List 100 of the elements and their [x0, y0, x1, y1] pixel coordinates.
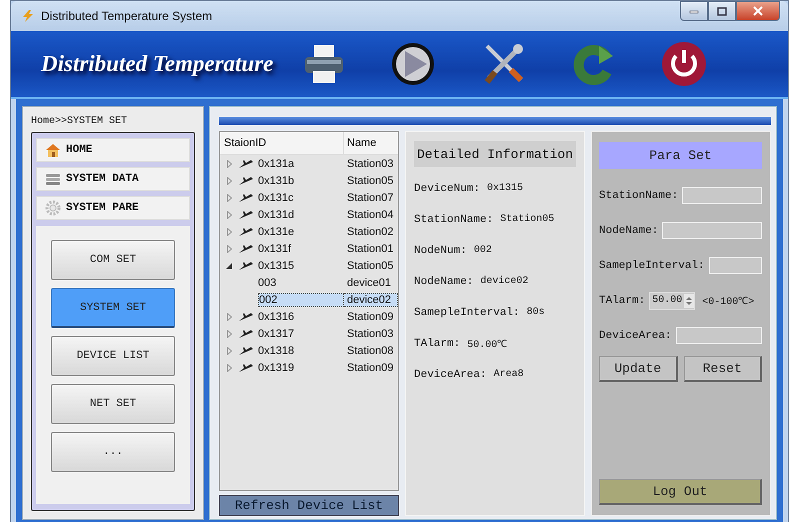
plane-icon	[238, 226, 254, 236]
station-id: 0x131a	[258, 158, 294, 170]
power-icon[interactable]	[661, 41, 707, 87]
tree-row[interactable]: 0x1317 Station03	[220, 325, 398, 342]
plane-icon	[238, 346, 254, 356]
expand-arrow-icon[interactable]	[226, 330, 232, 338]
gear-icon	[45, 200, 61, 216]
field-label: TAlarm:	[599, 294, 646, 306]
field-label: StationName:	[599, 190, 678, 202]
nav-button[interactable]: DEVICE LIST	[51, 336, 175, 376]
expand-arrow-icon[interactable]	[226, 228, 232, 236]
station-id: 0x131b	[258, 174, 294, 186]
tree-row[interactable]: 0x1319 Station09	[220, 359, 398, 376]
node-name: device02	[344, 292, 398, 306]
action-button[interactable]: Update	[599, 356, 678, 382]
node-name: device01	[346, 276, 392, 288]
input-field[interactable]	[682, 187, 762, 204]
tree-row[interactable]: 003 device01	[220, 274, 398, 291]
close-button[interactable]	[736, 1, 780, 21]
refresh-icon[interactable]	[571, 42, 615, 86]
expand-arrow-icon[interactable]	[226, 160, 232, 168]
field-value: device02	[480, 276, 528, 287]
plane-icon	[238, 312, 254, 322]
plane-icon	[238, 192, 254, 202]
plane-icon	[238, 210, 254, 220]
tree-row[interactable]: 0x1318 Station08	[220, 342, 398, 359]
station-name: Station08	[346, 344, 394, 356]
field-label: DeviceArea:	[414, 368, 487, 380]
app-title: Distributed Temperature	[41, 51, 274, 77]
plane-icon	[238, 328, 254, 338]
maximize-button[interactable]	[708, 1, 736, 21]
action-button[interactable]: Reset	[684, 356, 762, 382]
station-name: Station05	[346, 174, 394, 186]
tree-row[interactable]: 002 device02	[220, 291, 398, 308]
expand-arrow-icon[interactable]	[226, 210, 232, 218]
field-label: NodeName:	[599, 224, 658, 236]
window-title: Distributed Temperature System	[41, 9, 214, 23]
node-id: 002	[258, 292, 344, 306]
expand-arrow-icon[interactable]	[226, 346, 232, 354]
input-field[interactable]	[676, 327, 762, 344]
expand-arrow-icon[interactable]	[226, 194, 232, 202]
nav-section[interactable]: SYSTEM PARE	[36, 196, 190, 220]
nav-button[interactable]: COM SET	[51, 240, 175, 280]
tree-row[interactable]: 0x131c Station07	[220, 189, 398, 206]
field-value: Area8	[494, 369, 524, 380]
nav-section[interactable]: SYSTEM DATA	[36, 167, 190, 191]
refresh-device-list-button[interactable]: Refresh Device List	[219, 495, 399, 516]
station-name: Station03	[346, 328, 394, 340]
station-id: 0x1319	[258, 362, 294, 374]
expand-arrow-icon[interactable]	[226, 244, 232, 252]
station-name: Station07	[346, 192, 394, 204]
column-header[interactable]: StaionID	[220, 132, 344, 154]
station-name: Station09	[346, 310, 394, 322]
input-field[interactable]	[662, 222, 762, 239]
detail-title: Detailed Information	[414, 141, 576, 167]
breadcrumb: Home>>SYSTEM SET	[31, 116, 128, 127]
expand-arrow-icon[interactable]	[226, 312, 232, 320]
spinner-arrows-icon[interactable]	[684, 294, 694, 308]
expand-arrow-icon[interactable]	[226, 176, 232, 184]
node-id: 003	[258, 276, 276, 288]
log-out-button[interactable]: Log Out	[599, 479, 762, 505]
station-id: 0x131e	[258, 226, 294, 238]
station-name: Station03	[346, 158, 394, 170]
tree-row[interactable]: 0x131d Station04	[220, 206, 398, 223]
play-icon[interactable]	[391, 42, 435, 86]
field-label: NodeNum:	[414, 244, 467, 256]
input-field[interactable]	[708, 257, 762, 274]
field-label: StationName:	[414, 214, 494, 226]
station-id: 0x1315	[258, 260, 294, 272]
station-id: 0x131d	[258, 208, 294, 220]
nav-button[interactable]: SYSTEM SET	[51, 288, 175, 328]
field-label: NodeName:	[414, 276, 474, 288]
close-icon	[753, 6, 763, 16]
tree-row[interactable]: 0x131b Station05	[220, 172, 398, 189]
tree-row[interactable]: 0x1316 Station09	[220, 308, 398, 325]
plane-icon	[238, 176, 254, 186]
app-icon	[21, 10, 35, 22]
column-header[interactable]: Name	[344, 137, 398, 149]
minimize-button[interactable]	[680, 1, 708, 21]
nav-button[interactable]: NET SET	[51, 384, 175, 424]
spin-field[interactable]: 50.00	[649, 292, 696, 310]
station-id: 0x131c	[258, 192, 294, 204]
plane-icon	[238, 260, 254, 270]
tree-row[interactable]: 0x131f Station01	[220, 240, 398, 257]
plane-icon	[238, 362, 254, 372]
plane-icon	[238, 158, 254, 168]
field-value: 002	[474, 245, 492, 256]
collapse-arrow-icon[interactable]	[226, 262, 232, 268]
expand-arrow-icon[interactable]	[226, 364, 232, 372]
tree-row[interactable]: 0x131a Station03	[220, 155, 398, 172]
tree-row[interactable]: 0x1315 Station05	[220, 257, 398, 274]
maximize-icon	[717, 6, 727, 16]
nav-section[interactable]: HOME	[36, 138, 190, 162]
tree-row[interactable]: 0x131e Station02	[220, 223, 398, 240]
plane-icon	[238, 244, 254, 254]
station-name: Station01	[346, 242, 394, 254]
station-id: 0x1317	[258, 328, 294, 340]
station-name: Station02	[346, 226, 394, 238]
nav-button[interactable]: ...	[51, 432, 175, 472]
printer-icon[interactable]	[303, 43, 345, 85]
